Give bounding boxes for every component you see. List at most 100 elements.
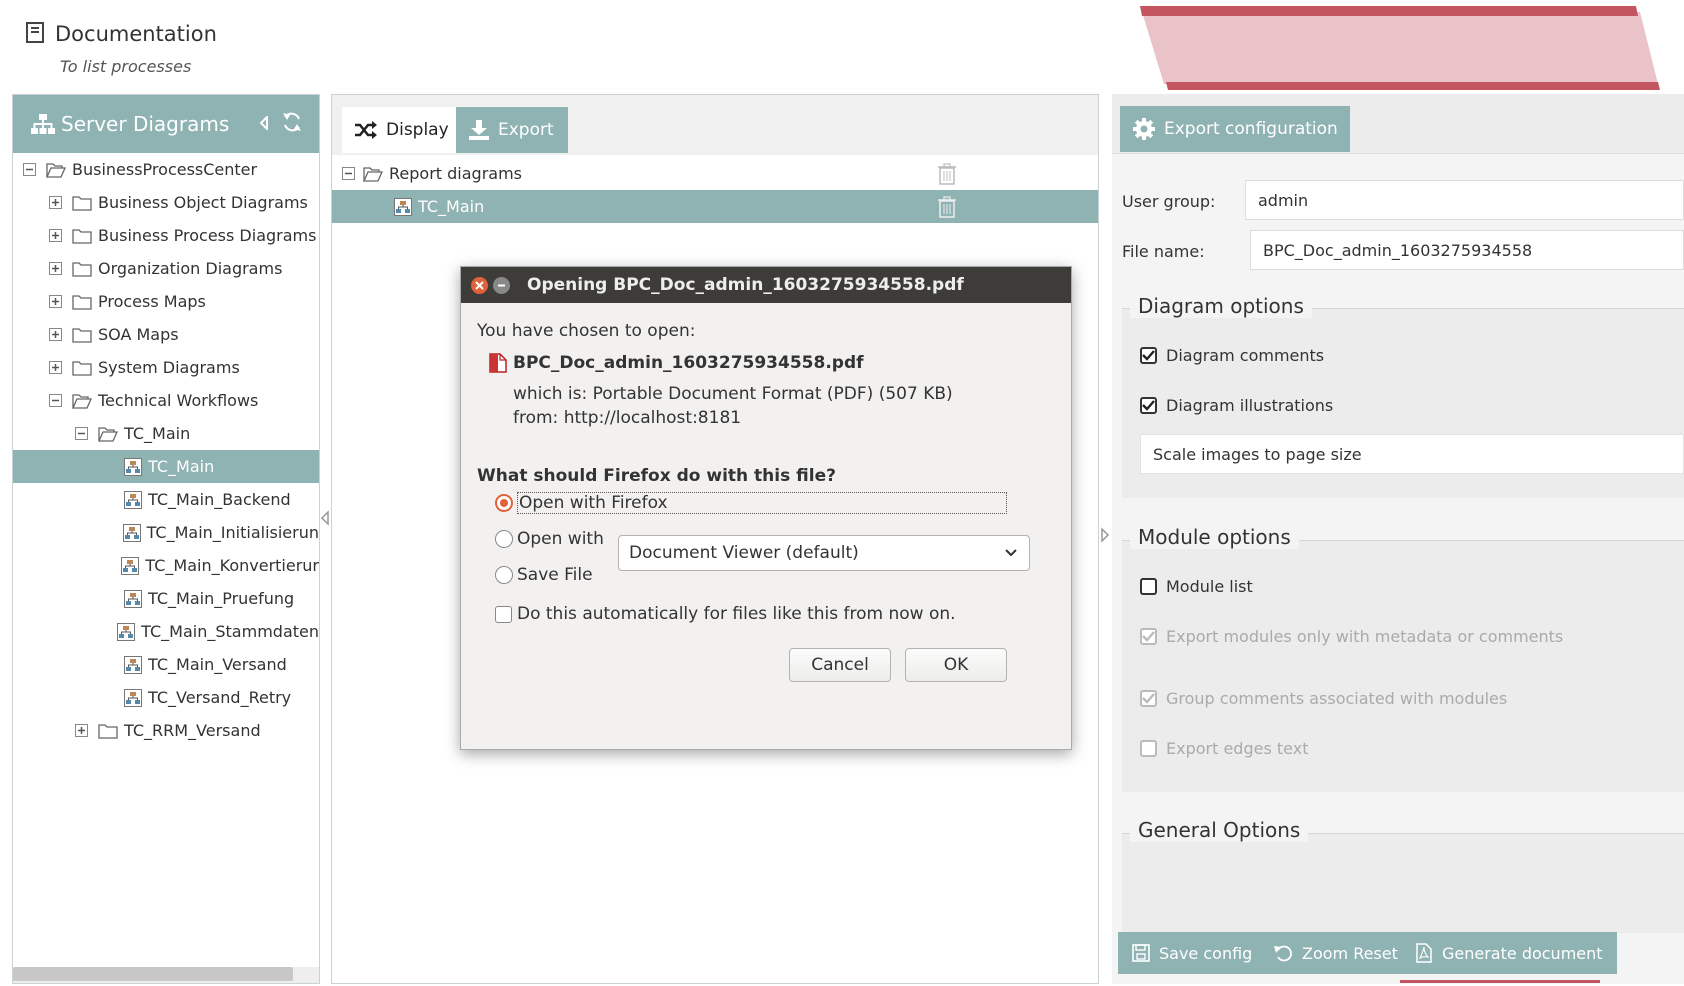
tree-item-label: TC_RRM_Versand [124,721,261,740]
collapse-toggle-icon[interactable] [75,427,88,440]
export-meta-label: Export modules only with metadata or com… [1166,627,1564,646]
checkbox-checked-icon [1140,347,1157,364]
minimize-icon[interactable] [493,277,510,294]
document-viewer-select[interactable]: Document Viewer (default) [618,535,1030,571]
expand-toggle-icon[interactable] [49,262,62,275]
tree-item[interactable]: System Diagrams [13,351,319,384]
user-group-input[interactable]: admin [1245,180,1684,220]
expand-toggle-icon[interactable] [49,295,62,308]
tree-item[interactable]: TC_Main_Initialisierun [13,516,319,549]
folder-icon [98,723,118,739]
general-options-legend: General Options [1130,818,1309,842]
tree-item[interactable]: Process Maps [13,285,319,318]
tree-item-label: TC_Main_Initialisierun [146,523,319,542]
diagram-icon [117,622,136,641]
diagram-illustrations-checkbox[interactable]: Diagram illustrations [1140,396,1333,415]
ok-button[interactable]: OK [905,648,1007,682]
zoom-reset-button[interactable]: Zoom Reset [1260,932,1412,974]
file-name-input[interactable]: BPC_Doc_admin_1603275934558 [1250,230,1684,270]
expand-toggle-icon[interactable] [75,724,88,737]
refresh-icon[interactable] [281,111,303,133]
cancel-button[interactable]: Cancel [789,648,891,682]
user-group-label: User group: [1122,192,1216,211]
scrollbar-thumb[interactable] [13,967,293,981]
checkbox-empty-icon [495,605,512,623]
tree-item-label: TC_Main_Backend [148,490,291,509]
tab-display-label: Display [386,120,449,140]
diagram-comments-checkbox[interactable]: Diagram comments [1140,346,1324,365]
tree-item[interactable]: TC_Main_Konvertierur [13,549,319,582]
folder-icon [72,360,92,376]
save-file-radio[interactable]: Save File [495,565,593,585]
brand-logo [1140,6,1660,90]
expand-toggle-icon[interactable] [49,196,62,209]
expand-toggle-icon[interactable] [49,361,62,374]
scale-images-select[interactable]: Scale images to page size [1140,434,1684,474]
tree-item[interactable]: SOA Maps [13,318,319,351]
tree-item[interactable]: TC_Main [13,417,319,450]
diagram-icon [121,556,140,575]
radio-selected-icon [495,494,513,512]
tree-item[interactable]: TC_Versand_Retry [13,681,319,714]
splitter-right-arrow-icon[interactable] [1100,527,1110,543]
tree-item[interactable]: TC_Main_Pruefung [13,582,319,615]
tree-item[interactable]: TC_RRM_Versand [13,714,319,747]
diagram-tree: BusinessProcessCenter Business Object Dia… [13,153,319,747]
auto-open-checkbox[interactable]: Do this automatically for files like thi… [495,604,956,624]
diagram-icon [124,457,142,476]
tab-export-label: Export [498,120,554,140]
module-options-legend: Module options [1130,525,1299,549]
trash-icon[interactable] [938,163,956,185]
edges-text-label: Export edges text [1166,739,1309,758]
collapse-toggle-icon[interactable] [23,163,36,176]
save-config-button[interactable]: Save config [1118,932,1267,974]
collapse-left-icon[interactable] [259,116,269,130]
trash-icon[interactable] [938,196,956,218]
diagram-icon [394,197,412,216]
chevron-down-icon [1005,549,1017,557]
tab-display[interactable]: Display [342,107,463,153]
tree-item[interactable]: BusinessProcessCenter [13,153,319,186]
tree-item[interactable]: TC_Main [13,450,319,483]
tree-item[interactable]: Technical Workflows [13,384,319,417]
diagram-icon [124,589,142,608]
diagram-icon [124,655,142,674]
download-icon [469,120,489,140]
tree-item-label: SOA Maps [98,325,179,344]
file-source-text: from: http://localhost:8181 [513,408,742,428]
expand-toggle-icon[interactable] [49,328,62,341]
export-meta-checkbox[interactable]: Export modules only with metadata or com… [1140,627,1563,646]
tree-item[interactable]: Business Object Diagrams [13,186,319,219]
generate-document-button[interactable]: Generate document [1402,932,1617,974]
pdf-file-icon [1416,943,1432,963]
diagram-comments-label: Diagram comments [1166,346,1325,365]
edges-text-checkbox[interactable]: Export edges text [1140,739,1308,758]
collapse-toggle-icon[interactable] [342,167,355,180]
open-with-firefox-radio[interactable]: Open with Firefox [495,492,1007,514]
tree-item[interactable]: Business Process Diagrams [13,219,319,252]
splitter-left-arrow-icon[interactable] [320,510,330,526]
close-icon[interactable] [471,277,488,294]
tree-item[interactable]: Organization Diagrams [13,252,319,285]
folder-icon [72,228,92,244]
tab-export-configuration[interactable]: Export configuration [1120,106,1350,152]
gear-icon [1133,118,1155,140]
tab-export[interactable]: Export [456,107,568,153]
report-diagrams-folder[interactable]: Report diagrams [332,157,1098,190]
tree-item[interactable]: TC_Main_Stammdaten [13,615,319,648]
open-with-radio[interactable]: Open with [495,529,604,549]
open-with-firefox-label: Open with Firefox [517,492,1007,514]
expand-toggle-icon[interactable] [49,229,62,242]
tree-item[interactable]: TC_Main_Versand [13,648,319,681]
tab-export-configuration-label: Export configuration [1164,119,1338,139]
module-list-checkbox[interactable]: Module list [1140,577,1253,596]
folder-open-icon [46,162,66,178]
report-item-tc-main[interactable]: TC_Main [332,190,1098,223]
tree-item[interactable]: TC_Main_Backend [13,483,319,516]
server-diagrams-panel: Server Diagrams BusinessProcessCenter Bus… [12,94,320,984]
save-file-label: Save File [517,565,593,585]
shuffle-icon [355,121,377,139]
group-comments-checkbox[interactable]: Group comments associated with modules [1140,689,1507,708]
collapse-toggle-icon[interactable] [49,394,62,407]
checkbox-checked-icon [1140,628,1157,645]
